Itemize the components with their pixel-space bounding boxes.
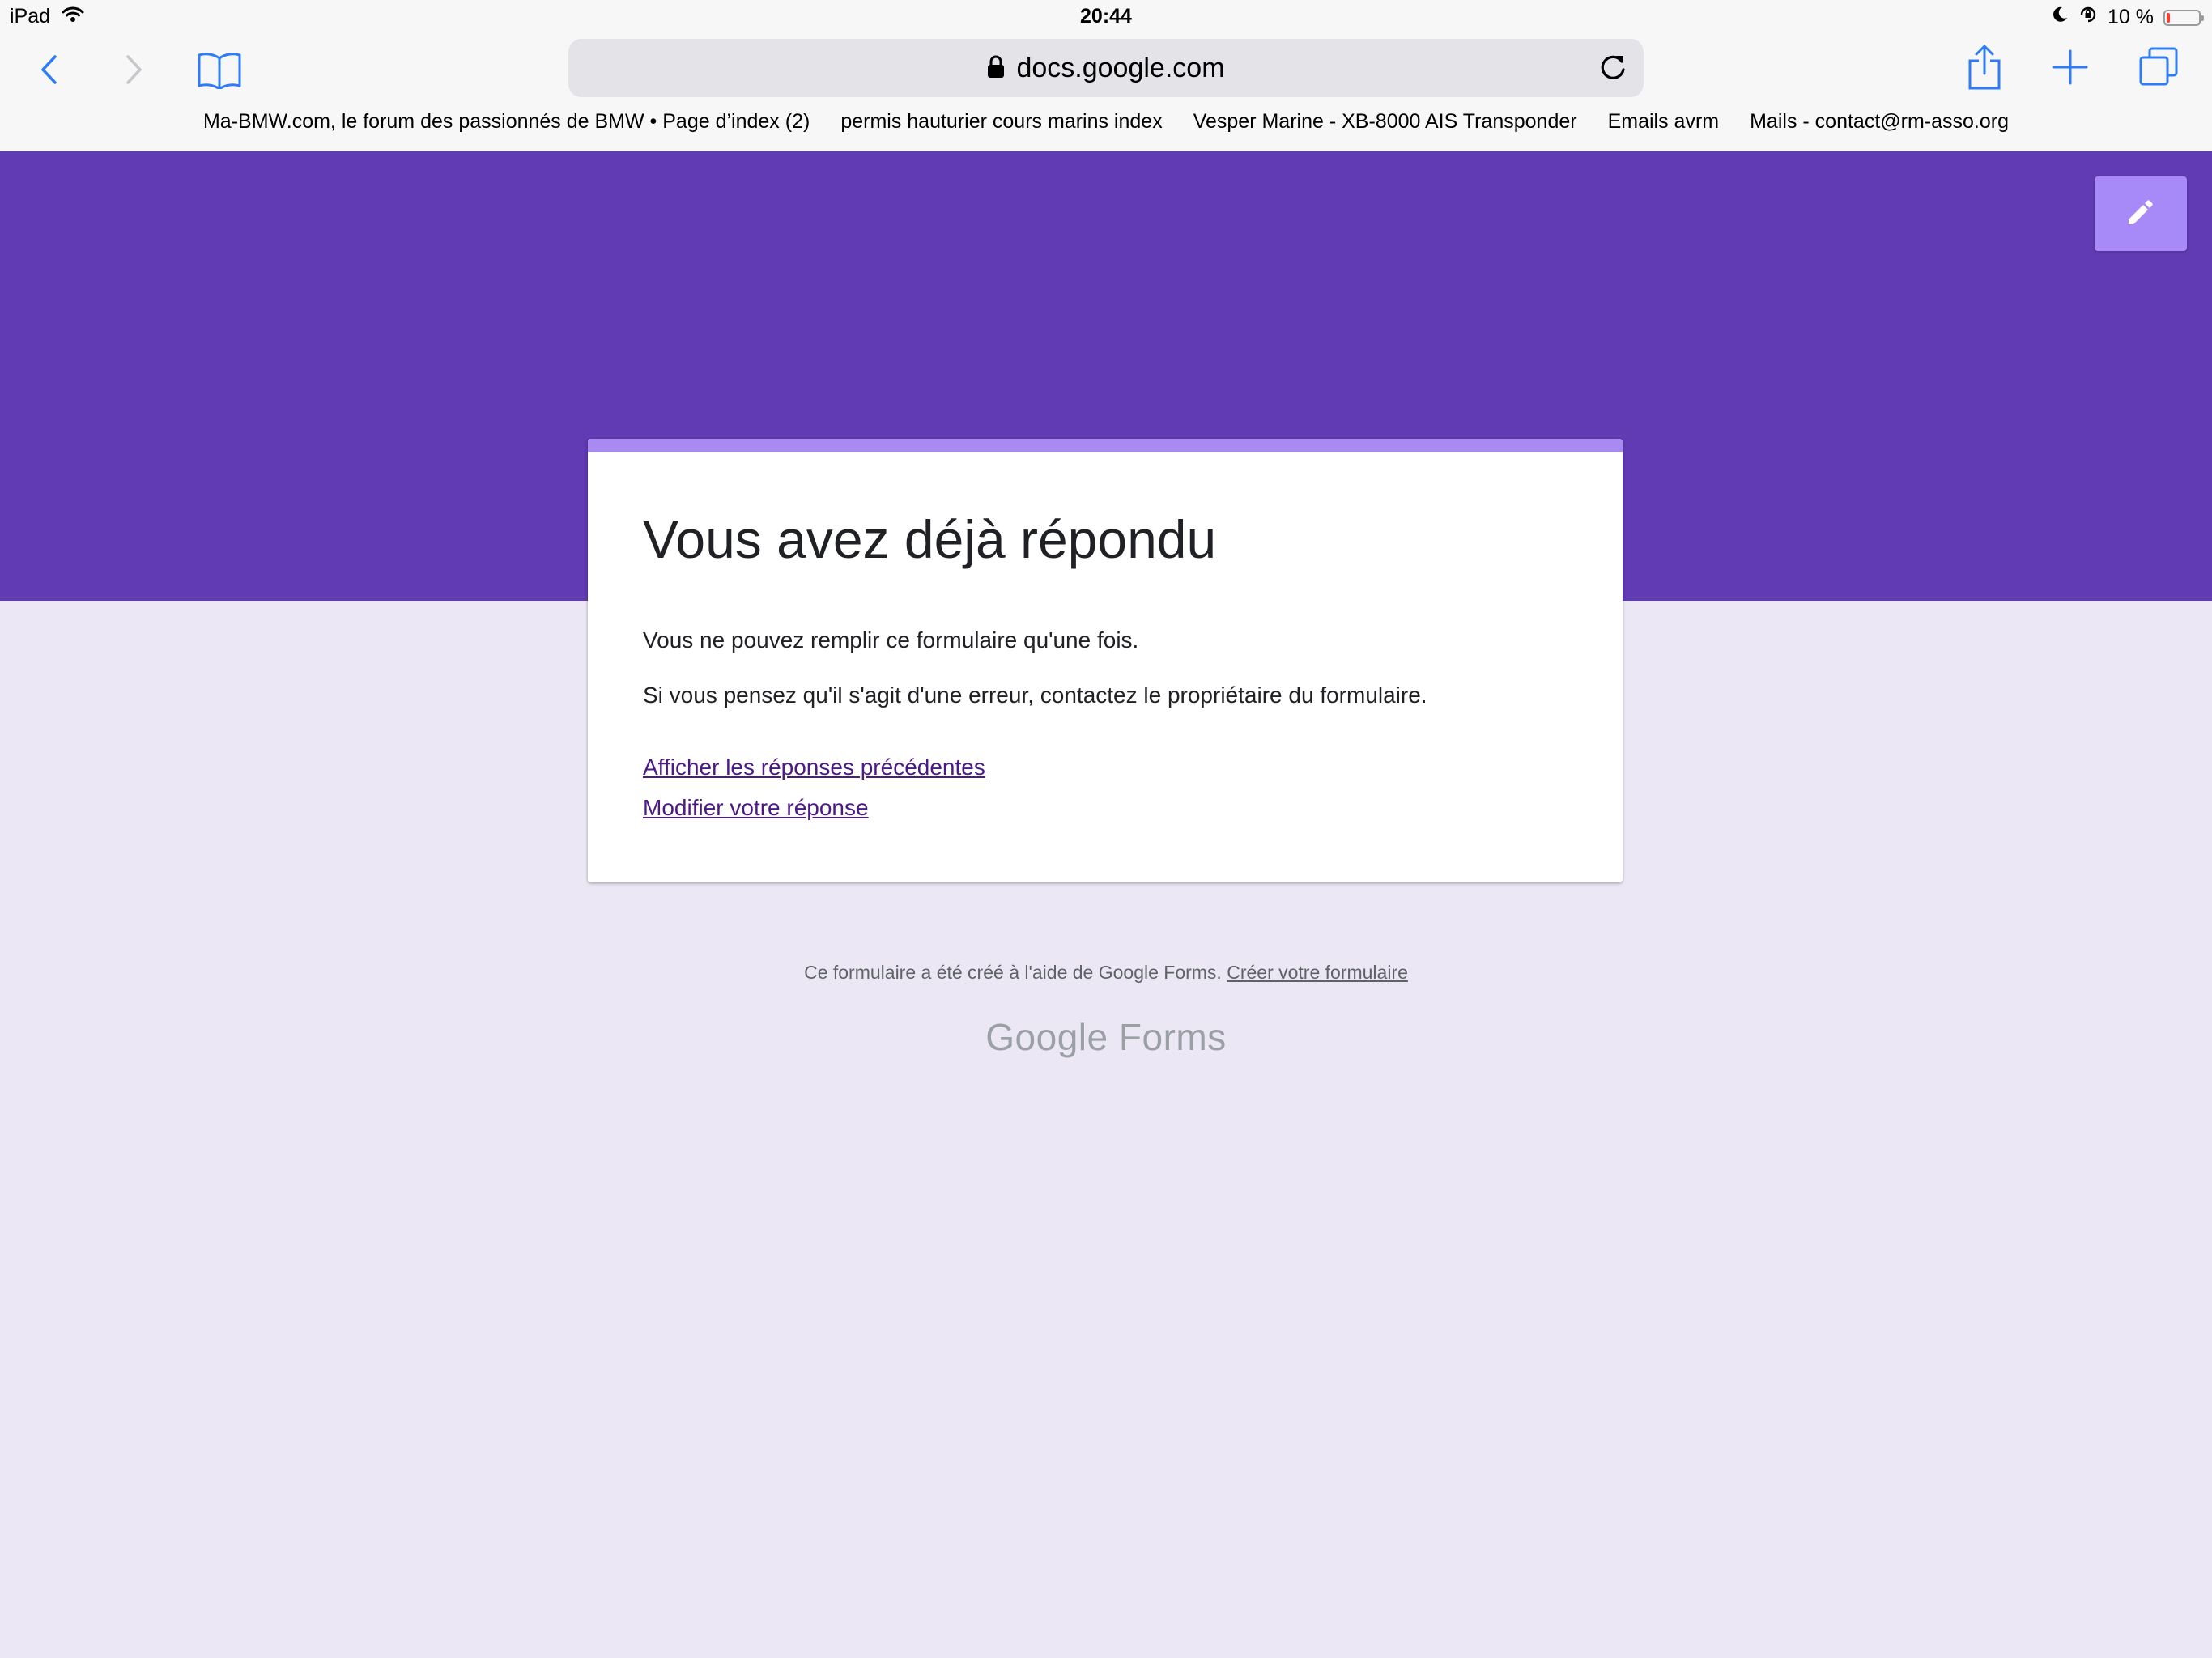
- url-text: docs.google.com: [1016, 52, 1225, 83]
- bookmarks-icon[interactable]: [194, 47, 245, 92]
- battery-percent: 10 %: [2108, 6, 2154, 28]
- google-forms-logo[interactable]: Google Forms: [0, 1015, 2212, 1059]
- forward-icon[interactable]: [118, 50, 151, 89]
- address-content: docs.google.com: [568, 39, 1644, 97]
- page-title: Vous avez déjà répondu: [643, 509, 1217, 569]
- status-bar: iPad 20:44 10 %: [0, 0, 2212, 36]
- edit-response-link[interactable]: Modifier votre réponse: [643, 795, 869, 821]
- footer: Ce formulaire a été créé à l'aide de Goo…: [0, 962, 2212, 984]
- status-time: 20:44: [1080, 5, 1132, 28]
- bookmark-item[interactable]: Emails avrm: [1608, 110, 1720, 142]
- card-accent-bar: [588, 439, 1623, 452]
- logo-forms: Forms: [1118, 1016, 1227, 1058]
- bookmark-item[interactable]: Mails - contact@rm-asso.org: [1750, 110, 2009, 142]
- battery-level: [2167, 12, 2170, 23]
- message-once: Vous ne pouvez remplir ce formulaire qu'…: [643, 627, 1139, 653]
- view-previous-responses-link[interactable]: Afficher les réponses précédentes: [643, 755, 985, 780]
- bookmark-item[interactable]: Ma-BMW.com, le forum des passionnés de B…: [203, 110, 810, 142]
- address-bar[interactable]: docs.google.com: [568, 39, 1644, 97]
- edit-form-button[interactable]: [2095, 176, 2187, 251]
- form-card: Vous avez déjà répondu Vous ne pouvez re…: [588, 439, 1623, 882]
- orientation-lock-icon: [2078, 5, 2098, 30]
- back-icon[interactable]: [32, 50, 65, 89]
- status-right: 10 %: [2051, 5, 2204, 30]
- browser-toolbar: docs.google.com Ma-BMW.com, le forum des…: [0, 36, 2212, 151]
- bookmark-item[interactable]: Vesper Marine - XB-8000 AIS Transponder: [1193, 110, 1577, 142]
- pencil-icon: [2125, 197, 2156, 232]
- logo-google: Google: [985, 1016, 1108, 1058]
- lock-icon: [987, 54, 1005, 83]
- share-icon[interactable]: [1966, 42, 2003, 92]
- bookmarks-bar: Ma-BMW.com, le forum des passionnés de B…: [0, 110, 2212, 142]
- reload-icon[interactable]: [1597, 52, 1629, 88]
- new-tab-icon[interactable]: [2052, 49, 2089, 86]
- bookmark-item[interactable]: permis hauturier cours marins index: [840, 110, 1162, 142]
- tabs-icon[interactable]: [2138, 45, 2180, 87]
- moon-icon: [2051, 6, 2069, 29]
- message-error: Si vous pensez qu'il s'agit d'une erreur…: [643, 682, 1427, 708]
- battery-icon: [2163, 9, 2204, 26]
- footer-text: Ce formulaire a été créé à l'aide de Goo…: [804, 962, 1222, 983]
- create-form-link[interactable]: Créer votre formulaire: [1227, 962, 1408, 983]
